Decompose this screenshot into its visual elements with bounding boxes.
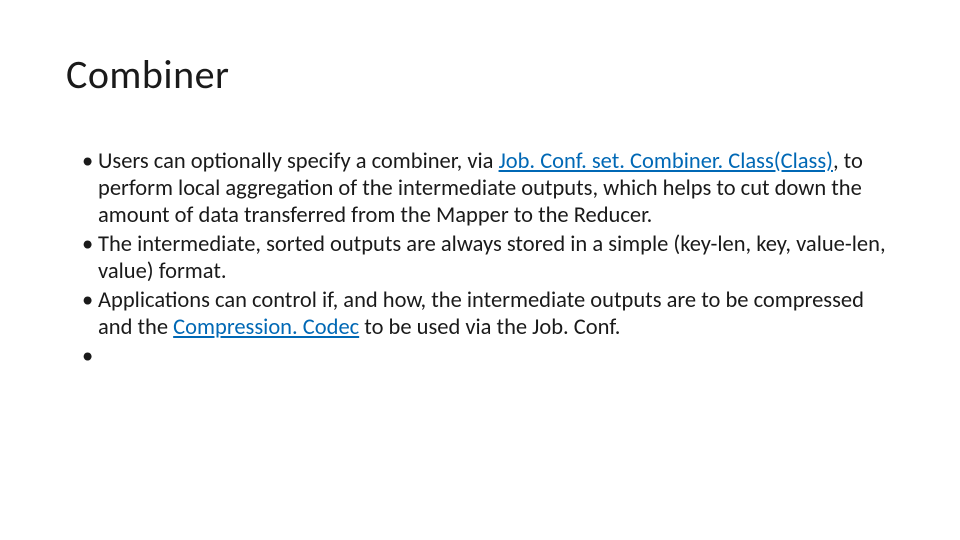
slide-body: Users can optionally specify a combiner,… — [82, 148, 900, 343]
bullet-item: Users can optionally specify a combiner,… — [82, 148, 900, 229]
bullet-text: to be used via the Job. Conf. — [359, 314, 620, 341]
bullet-text: Users can optionally specify a combiner,… — [98, 148, 499, 175]
slide-title: Combiner — [66, 50, 229, 99]
bullet-item: Applications can control if, and how, th… — [82, 287, 900, 341]
bullet-text: The intermediate, sorted outputs are alw… — [98, 231, 886, 285]
link-jobconf-setcombiner[interactable]: Job. Conf. set. Combiner. Class(Class) — [499, 148, 833, 175]
slide: Combiner Users can optionally specify a … — [0, 0, 960, 540]
bullet-item: The intermediate, sorted outputs are alw… — [82, 231, 900, 285]
link-compression-codec[interactable]: Compression. Codec — [173, 314, 359, 341]
